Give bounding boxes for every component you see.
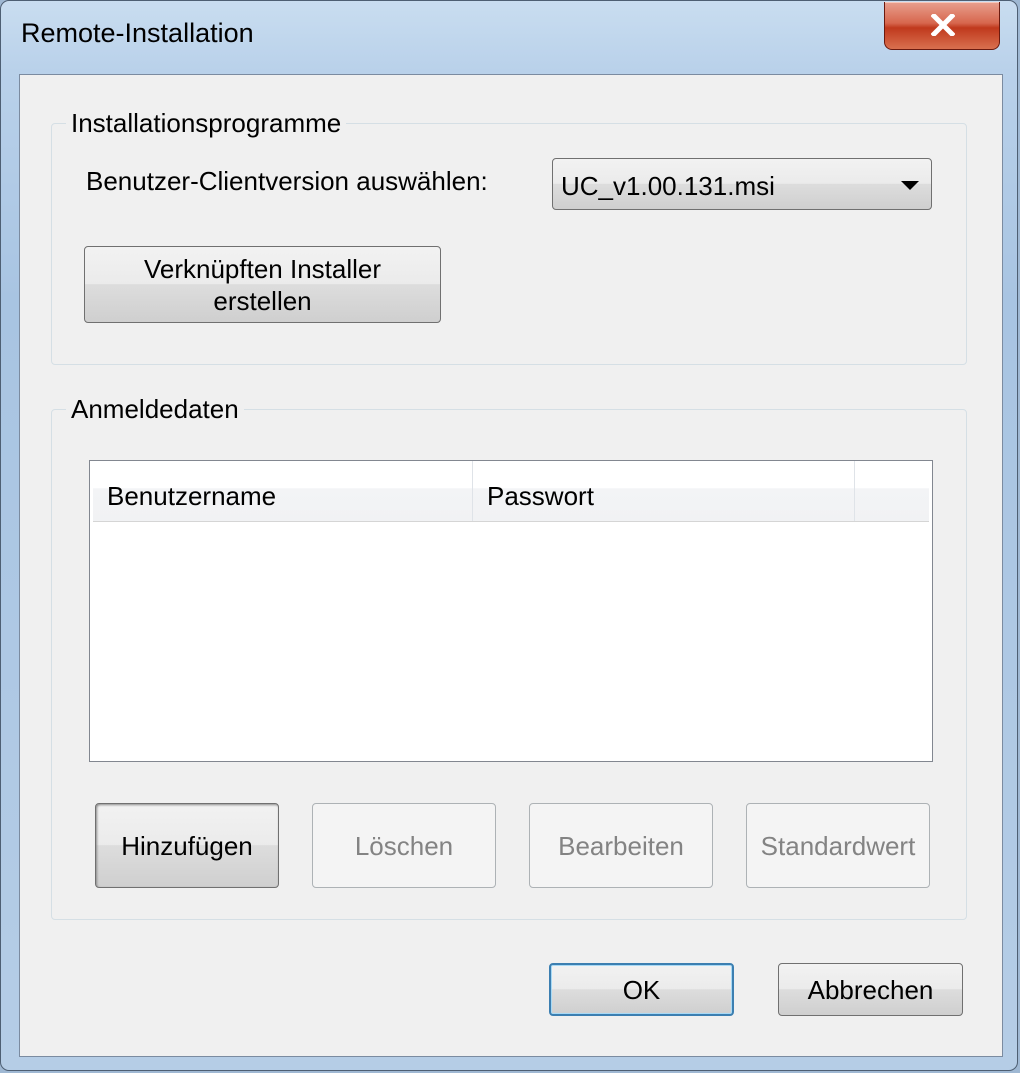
create-linked-installer-button[interactable]: Verknüpften Installer erstellen: [84, 246, 441, 323]
credentials-group: Anmeldedaten Benutzername Passwort Hinzu…: [51, 394, 967, 920]
close-icon: [931, 14, 955, 36]
client-version-value: UC_v1.00.131.msi: [561, 171, 775, 201]
dialog-client-area: Installationsprogramme Benutzer-Clientve…: [19, 74, 1003, 1057]
column-header-password[interactable]: Passwort: [473, 461, 855, 521]
close-button[interactable]: [884, 2, 1000, 50]
column-header-filler: [855, 461, 931, 521]
cancel-button[interactable]: Abbrechen: [778, 963, 963, 1016]
credentials-list-header: Benutzername Passwort: [93, 461, 929, 522]
add-button[interactable]: Hinzufügen: [95, 803, 279, 888]
dialog-window: Remote-Installation Installationsprogram…: [0, 0, 1018, 1071]
ok-button[interactable]: OK: [549, 963, 734, 1016]
credentials-list[interactable]: Benutzername Passwort: [89, 460, 933, 762]
default-value-button[interactable]: Standardwert: [746, 803, 930, 888]
column-header-username[interactable]: Benutzername: [93, 461, 473, 521]
edit-button[interactable]: Bearbeiten: [529, 803, 713, 888]
create-installer-label-line1: Verknüpften Installer: [143, 253, 382, 284]
create-installer-label-line2: erstellen: [213, 285, 312, 316]
window-title: Remote-Installation: [21, 18, 254, 48]
client-version-dropdown[interactable]: UC_v1.00.131.msi: [552, 158, 932, 210]
client-version-label: Benutzer-Clientversion auswählen:: [86, 166, 488, 196]
chevron-down-icon: [901, 181, 919, 190]
installers-group-label: Installationsprogramme: [66, 108, 347, 139]
installers-group: Installationsprogramme Benutzer-Clientve…: [51, 108, 967, 365]
delete-button[interactable]: Löschen: [312, 803, 496, 888]
credentials-group-label: Anmeldedaten: [66, 394, 244, 425]
